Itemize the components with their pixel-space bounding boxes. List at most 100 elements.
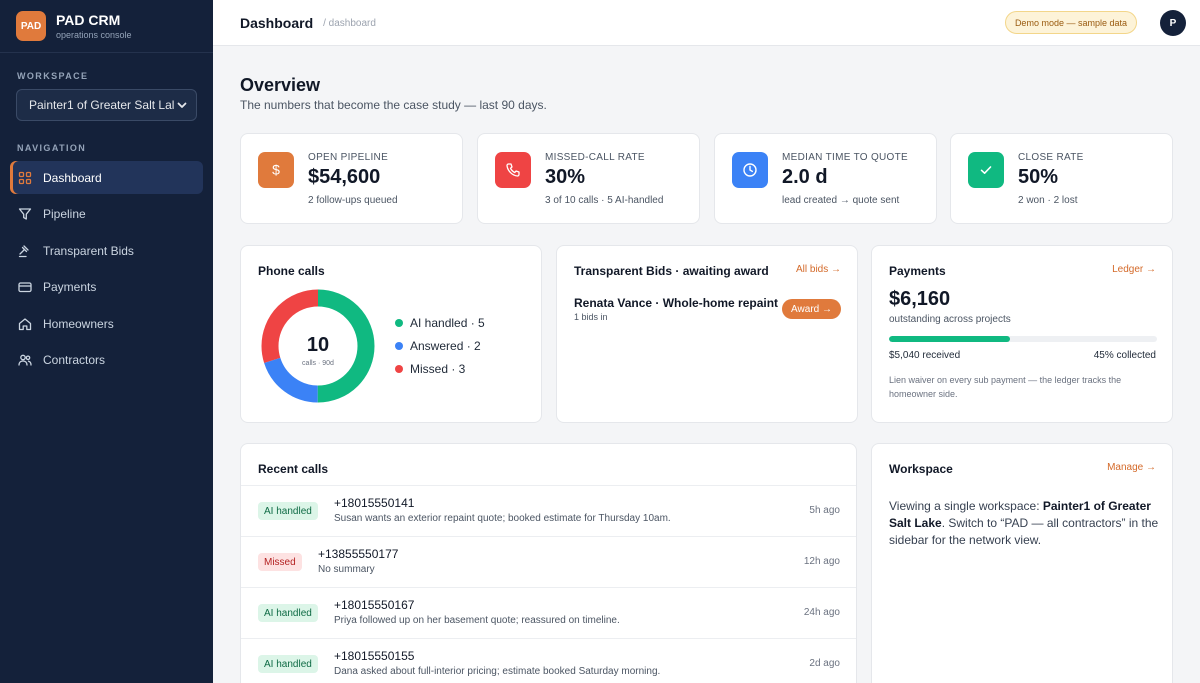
- users-icon: [18, 353, 32, 367]
- payments-title: Payments: [889, 264, 946, 278]
- kpi-note: 3 of 10 calls · 5 AI-handled: [545, 195, 664, 206]
- status-badge: AI handled: [258, 604, 318, 622]
- avatar[interactable]: P: [1160, 10, 1186, 36]
- donut-total: 10: [307, 334, 329, 356]
- phone-calls-donut-chart: 10 calls · 90d: [261, 289, 375, 403]
- kpi-note: 2 follow-ups queued: [308, 195, 398, 206]
- gavel-icon: [18, 244, 32, 258]
- sidebar-item-label: Dashboard: [43, 170, 102, 185]
- call-time: 5h ago: [809, 505, 840, 516]
- credit-card-icon: [18, 280, 32, 294]
- kpi-label: CLOSE RATE: [1018, 152, 1084, 163]
- page-subtitle: The numbers that become the case study —…: [240, 98, 547, 112]
- check-icon: [968, 152, 1004, 188]
- kpi-label: MISSED-CALL RATE: [545, 152, 645, 163]
- payments-note: Lien waiver on every sub payment — the l…: [889, 375, 1122, 399]
- call-time: 2d ago: [809, 658, 840, 669]
- payments-progress-bar: [889, 336, 1157, 342]
- sidebar-item-label: Pipeline: [43, 207, 86, 222]
- status-badge: AI handled: [258, 655, 318, 673]
- sidebar: PAD PAD CRM operations console WORKSPACE…: [0, 0, 213, 683]
- kpi-card-missed-call-rate: MISSED-CALL RATE 30% 3 of 10 calls · 5 A…: [477, 133, 700, 224]
- sidebar-item-contractors[interactable]: Contractors: [10, 344, 203, 377]
- page-title: Overview: [240, 75, 321, 95]
- legend-dot: [395, 319, 403, 327]
- call-number: +18015550141: [334, 496, 415, 510]
- sidebar-item-payments[interactable]: Payments: [10, 271, 203, 304]
- legend-item-ai-handled: AI handled · 5: [395, 316, 485, 330]
- sidebar-item-homeowners[interactable]: Homeowners: [10, 307, 203, 340]
- call-summary: Priya followed up on her basement quote;…: [334, 615, 620, 626]
- table-row[interactable]: AI handled +18015550141 Susan wants an e…: [241, 485, 856, 536]
- sidebar-item-pipeline[interactable]: Pipeline: [10, 198, 203, 231]
- funnel-icon: [18, 207, 32, 221]
- table-row[interactable]: AI handled +18015550167 Priya followed u…: [241, 587, 856, 638]
- payments-outstanding-value: $6,160: [889, 288, 951, 310]
- call-summary: No summary: [318, 564, 375, 575]
- status-badge: Missed: [258, 553, 302, 571]
- phone-calls-title: Phone calls: [258, 264, 325, 278]
- all-bids-link[interactable]: All bids →: [796, 264, 841, 275]
- sidebar-item-label: Contractors: [43, 353, 106, 368]
- top-header: Dashboard / dashboard Demo mode — sample…: [213, 0, 1200, 46]
- payments-progress-fill: [889, 336, 1010, 342]
- svg-text:$: $: [272, 162, 280, 178]
- kpi-label: OPEN PIPELINE: [308, 152, 389, 163]
- sidebar-item-dashboard[interactable]: Dashboard: [10, 161, 203, 194]
- award-button[interactable]: Award →: [782, 299, 841, 319]
- sidebar-item-label: Homeowners: [43, 316, 114, 331]
- call-number: +18015550167: [334, 598, 415, 612]
- legend-label: Answered · 2: [410, 339, 481, 353]
- brand-name: PAD CRM: [56, 11, 121, 28]
- table-row[interactable]: AI handled +18015550155 Dana asked about…: [241, 638, 856, 683]
- kpi-value: $54,600: [308, 166, 381, 188]
- recent-calls-title: Recent calls: [258, 462, 329, 476]
- call-summary: Dana asked about full-interior pricing; …: [334, 666, 661, 677]
- legend-label: Missed · 3: [410, 362, 466, 376]
- home-icon: [18, 317, 32, 331]
- demo-mode-badge: Demo mode — sample data: [1004, 11, 1137, 34]
- kpi-card-open-pipeline: $ OPEN PIPELINE $54,600 2 follow-ups que…: [240, 133, 463, 224]
- ledger-link[interactable]: Ledger →: [1112, 264, 1156, 275]
- workspace-select-value: Painter1 of Greater Salt Lal: [29, 98, 175, 112]
- breadcrumb: / dashboard: [323, 18, 376, 29]
- payments-collected: 45% collected: [1093, 350, 1156, 361]
- legend-dot: [395, 342, 403, 350]
- recent-calls-card: Recent calls AI handled +18015550141 Sus…: [240, 443, 857, 683]
- workspace-card: Workspace Manage → Viewing a single work…: [871, 443, 1173, 683]
- status-badge: AI handled: [258, 502, 318, 520]
- table-row[interactable]: Missed +13855550177 No summary 12h ago: [241, 536, 856, 587]
- call-summary: Susan wants an exterior repaint quote; b…: [334, 513, 671, 524]
- grid-icon: [18, 171, 32, 185]
- kpi-note: 2 won · 2 lost: [1018, 195, 1078, 206]
- legend-item-missed: Missed · 3: [395, 362, 465, 376]
- donut-caption: calls · 90d: [302, 360, 334, 367]
- payments-card: Payments Ledger → $6,160 outstanding acr…: [871, 245, 1173, 423]
- manage-link[interactable]: Manage →: [1107, 462, 1156, 473]
- bid-item-count: 1 bids in: [574, 312, 608, 322]
- navigation-label: NAVIGATION: [17, 143, 87, 153]
- workspace-select[interactable]: Painter1 of Greater Salt Lal: [16, 89, 197, 121]
- workspace-description: Viewing a single workspace: Painter1 of …: [889, 498, 1161, 549]
- payments-received: $5,040 received: [889, 350, 961, 361]
- call-time: 24h ago: [803, 607, 840, 618]
- page-header-title: Dashboard: [240, 14, 314, 31]
- sidebar-item-transparent-bids[interactable]: Transparent Bids: [10, 234, 203, 267]
- call-time: 12h ago: [803, 556, 840, 567]
- transparent-bids-card: Transparent Bids · awaiting award All bi…: [556, 245, 858, 423]
- sidebar-item-label: Transparent Bids: [43, 243, 134, 258]
- phone-icon: [495, 152, 531, 188]
- bids-title: Transparent Bids · awaiting award: [574, 264, 769, 278]
- legend-item-answered: Answered · 2: [395, 339, 481, 353]
- call-number: +13855550177: [318, 547, 399, 561]
- bid-item-name: Renata Vance · Whole-home repaint: [574, 296, 779, 310]
- dollar-icon: $: [258, 152, 294, 188]
- brand: PAD PAD CRM operations console: [0, 0, 213, 53]
- kpi-label: MEDIAN TIME TO QUOTE: [782, 152, 909, 163]
- kpi-card-close-rate: CLOSE RATE 50% 2 won · 2 lost: [950, 133, 1173, 224]
- brand-logo: PAD: [16, 11, 46, 41]
- kpi-value: 30%: [545, 166, 586, 188]
- kpi-card-median-time-to-quote: MEDIAN TIME TO QUOTE 2.0 d lead created …: [714, 133, 937, 224]
- kpi-value: 50%: [1018, 166, 1059, 188]
- chevron-down-icon: [177, 102, 187, 108]
